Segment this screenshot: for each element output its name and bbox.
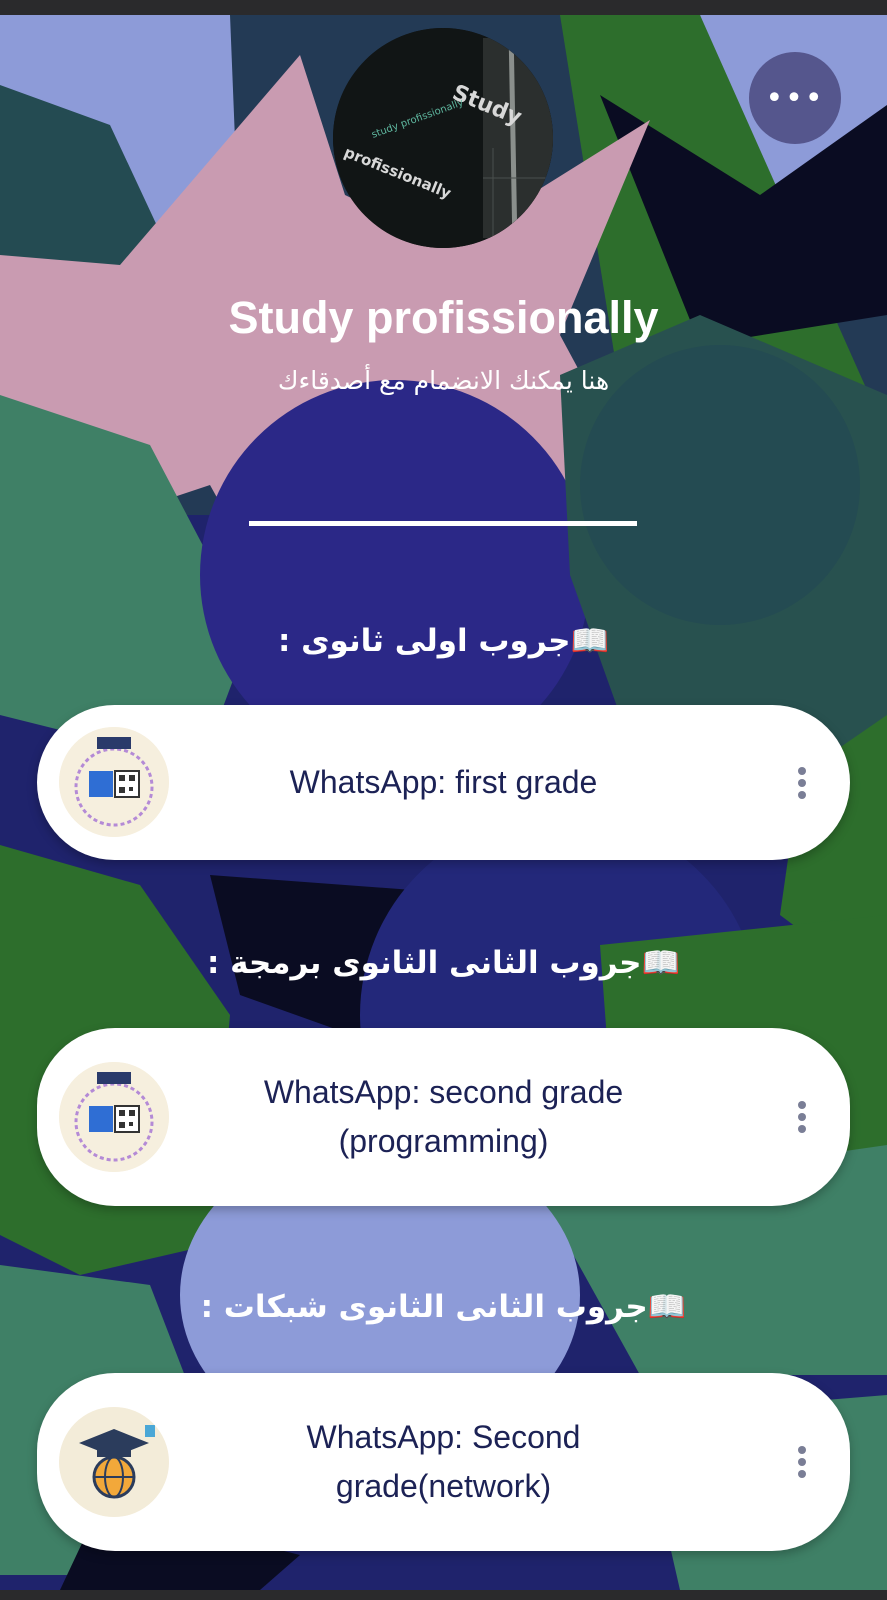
kebab-menu-icon[interactable]: [784, 1095, 820, 1139]
qr-code-badge-icon: [59, 727, 169, 837]
page-subtitle: هنا يمكنك الانضمام مع أصدقاءك: [277, 366, 610, 395]
qr-code-badge-icon: [59, 1062, 169, 1172]
divider-line: [249, 521, 637, 526]
kebab-menu-icon[interactable]: [784, 761, 820, 805]
link-card-second-grade-network[interactable]: WhatsApp: Second grade(network): [37, 1373, 850, 1551]
link-card-second-grade-programming[interactable]: WhatsApp: second grade (programming): [37, 1028, 850, 1206]
study-logo-image: Study study profissionally profissionall…: [333, 28, 553, 248]
page-title: Study profissionally: [228, 292, 659, 343]
link-card-first-grade[interactable]: WhatsApp: first grade: [37, 705, 850, 860]
graduation-globe-icon: [59, 1407, 169, 1517]
status-bar: [0, 0, 887, 15]
profile-avatar: Study study profissionally profissionall…: [333, 28, 553, 248]
navigation-bar: [0, 1590, 887, 1600]
section-heading-second-grade-programming: 📖جروب الثانى الثانوى برمجة :: [206, 945, 681, 981]
kebab-menu-icon[interactable]: [784, 1440, 820, 1484]
section-heading-second-grade-network: 📖جروب الثانى الثانوى شبكات :: [200, 1289, 687, 1325]
more-options-button[interactable]: •••: [749, 52, 841, 144]
more-icon: •••: [765, 80, 825, 116]
section-heading-first-grade: 📖جروب اولى ثانوى :: [277, 623, 610, 659]
